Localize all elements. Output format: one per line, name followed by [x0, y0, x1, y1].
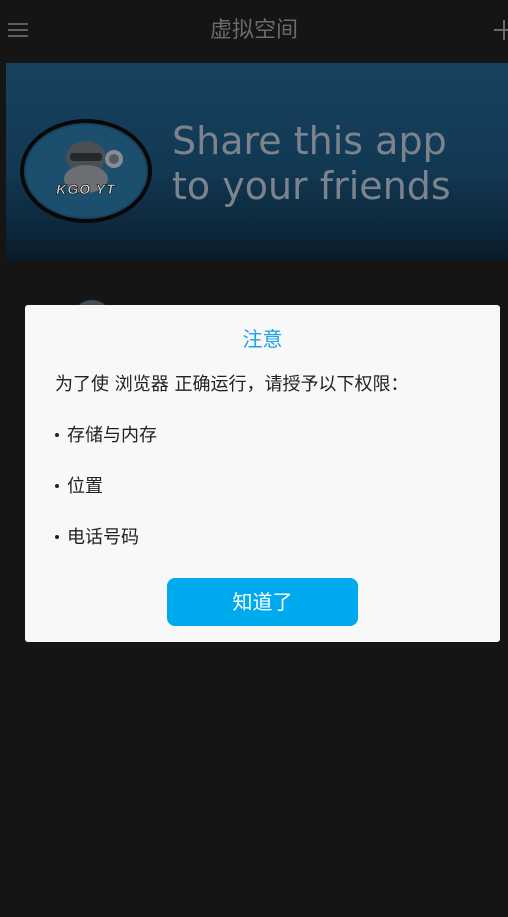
bullet-icon — [55, 432, 59, 437]
permission-label: 电话号码 — [67, 527, 139, 548]
permission-dialog: 注意 为了使 浏览器 正确运行，请授予以下权限： 存储与内存 位置 电话号码 知… — [25, 305, 500, 642]
confirm-button[interactable]: 知道了 — [167, 578, 358, 626]
bullet-icon — [55, 483, 59, 488]
permission-item: 存储与内存 — [55, 422, 475, 450]
permission-item: 电话号码 — [55, 524, 475, 552]
dialog-title: 注意 — [242, 327, 283, 351]
bullet-icon — [55, 534, 59, 539]
permission-label: 存储与内存 — [67, 425, 157, 446]
permission-item: 位置 — [55, 473, 475, 501]
permission-label: 位置 — [67, 476, 103, 497]
dialog-message: 为了使 浏览器 正确运行，请授予以下权限： — [55, 374, 409, 395]
